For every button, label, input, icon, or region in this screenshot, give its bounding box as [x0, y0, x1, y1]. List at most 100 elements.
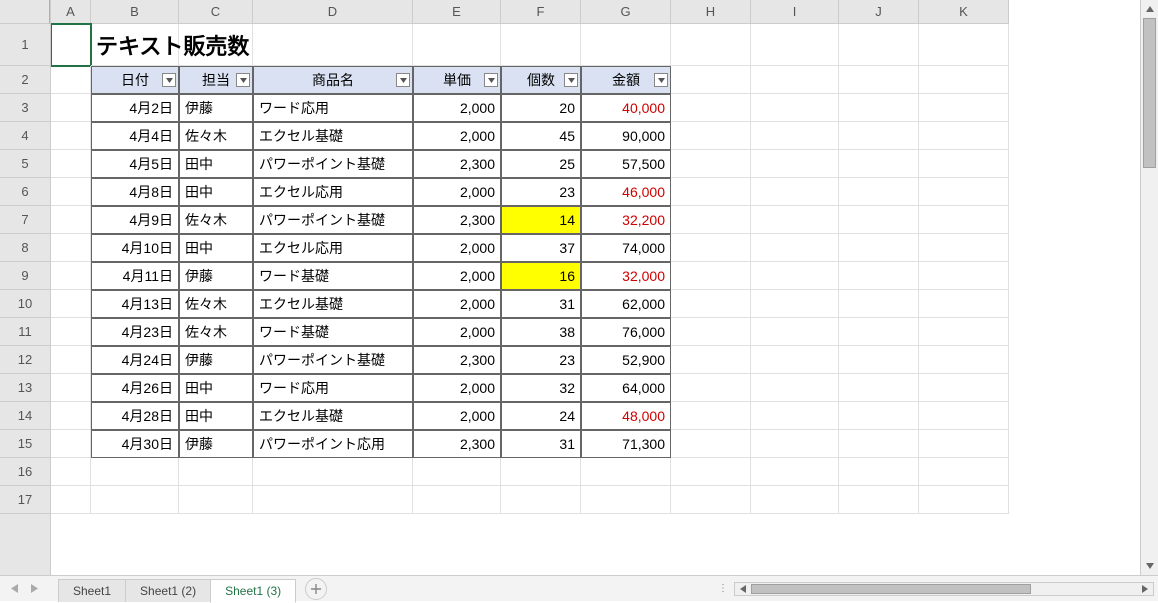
vertical-scroll-thumb[interactable] — [1143, 18, 1156, 168]
cell-C14[interactable]: 田中 — [179, 402, 253, 430]
column-header-B[interactable]: B — [91, 0, 179, 24]
cell-I3[interactable] — [751, 94, 839, 122]
cell-H5[interactable] — [671, 150, 751, 178]
cell-B15[interactable]: 4月30日 — [91, 430, 179, 458]
cell-C10[interactable]: 佐々木 — [179, 290, 253, 318]
cell-A6[interactable] — [51, 178, 91, 206]
cell-E7[interactable]: 2,300 — [413, 206, 501, 234]
row-header-11[interactable]: 11 — [0, 318, 50, 346]
cell-C3[interactable]: 伊藤 — [179, 94, 253, 122]
row-header-12[interactable]: 12 — [0, 346, 50, 374]
cell-D13[interactable]: ワード応用 — [253, 374, 413, 402]
cell-I16[interactable] — [751, 458, 839, 486]
cell-C7[interactable]: 佐々木 — [179, 206, 253, 234]
cell-J6[interactable] — [839, 178, 919, 206]
cell-K6[interactable] — [919, 178, 1009, 206]
cell-F9[interactable]: 16 — [501, 262, 581, 290]
row-header-16[interactable]: 16 — [0, 458, 50, 486]
cell-F8[interactable]: 37 — [501, 234, 581, 262]
cell-F12[interactable]: 23 — [501, 346, 581, 374]
cell-J16[interactable] — [839, 458, 919, 486]
cell-D11[interactable]: ワード基礎 — [253, 318, 413, 346]
scroll-down-button[interactable] — [1141, 557, 1158, 575]
cell-K17[interactable] — [919, 486, 1009, 514]
column-header-J[interactable]: J — [839, 0, 919, 24]
row-header-7[interactable]: 7 — [0, 206, 50, 234]
cell-C11[interactable]: 佐々木 — [179, 318, 253, 346]
row-header-4[interactable]: 4 — [0, 122, 50, 150]
cell-G1[interactable] — [581, 24, 671, 66]
cell-I2[interactable] — [751, 66, 839, 94]
row-header-1[interactable]: 1 — [0, 24, 50, 66]
cell-B6[interactable]: 4月8日 — [91, 178, 179, 206]
cell-D10[interactable]: エクセル基礎 — [253, 290, 413, 318]
cell-E14[interactable]: 2,000 — [413, 402, 501, 430]
cell-I5[interactable] — [751, 150, 839, 178]
column-header-F[interactable]: F — [501, 0, 581, 24]
cell-I15[interactable] — [751, 430, 839, 458]
cell-B17[interactable] — [91, 486, 179, 514]
cell-D7[interactable]: パワーポイント基礎 — [253, 206, 413, 234]
cell-J7[interactable] — [839, 206, 919, 234]
cell-J14[interactable] — [839, 402, 919, 430]
cell-H3[interactable] — [671, 94, 751, 122]
horizontal-scroll-thumb[interactable] — [751, 584, 1031, 594]
cell-J1[interactable] — [839, 24, 919, 66]
column-header-E[interactable]: E — [413, 0, 501, 24]
scroll-up-button[interactable] — [1141, 0, 1158, 18]
cell-H13[interactable] — [671, 374, 751, 402]
sheet-tab[interactable]: Sheet1 (2) — [125, 579, 211, 602]
cell-B1[interactable]: テキスト販売数 — [91, 24, 179, 66]
cell-K1[interactable] — [919, 24, 1009, 66]
cell-A8[interactable] — [51, 234, 91, 262]
next-sheet-button[interactable] — [26, 581, 42, 597]
cell-E10[interactable]: 2,000 — [413, 290, 501, 318]
cell-G2[interactable]: 金額 — [581, 66, 671, 94]
cell-F4[interactable]: 45 — [501, 122, 581, 150]
cell-D16[interactable] — [253, 458, 413, 486]
cell-B3[interactable]: 4月2日 — [91, 94, 179, 122]
cell-E15[interactable]: 2,300 — [413, 430, 501, 458]
cell-A3[interactable] — [51, 94, 91, 122]
cell-B12[interactable]: 4月24日 — [91, 346, 179, 374]
row-header-5[interactable]: 5 — [0, 150, 50, 178]
cell-F17[interactable] — [501, 486, 581, 514]
horizontal-scrollbar[interactable] — [734, 582, 1154, 596]
cell-F5[interactable]: 25 — [501, 150, 581, 178]
filter-dropdown-button[interactable] — [564, 73, 578, 87]
cell-H15[interactable] — [671, 430, 751, 458]
cell-I10[interactable] — [751, 290, 839, 318]
cell-I8[interactable] — [751, 234, 839, 262]
cell-D2[interactable]: 商品名 — [253, 66, 413, 94]
cell-I7[interactable] — [751, 206, 839, 234]
column-header-I[interactable]: I — [751, 0, 839, 24]
cell-G17[interactable] — [581, 486, 671, 514]
filter-dropdown-button[interactable] — [484, 73, 498, 87]
cell-K12[interactable] — [919, 346, 1009, 374]
cell-F14[interactable]: 24 — [501, 402, 581, 430]
cell-J4[interactable] — [839, 122, 919, 150]
row-header-2[interactable]: 2 — [0, 66, 50, 94]
cell-A14[interactable] — [51, 402, 91, 430]
column-header-G[interactable]: G — [581, 0, 671, 24]
cell-E8[interactable]: 2,000 — [413, 234, 501, 262]
cell-F6[interactable]: 23 — [501, 178, 581, 206]
cell-B16[interactable] — [91, 458, 179, 486]
select-all-corner[interactable] — [0, 0, 50, 24]
cell-D4[interactable]: エクセル基礎 — [253, 122, 413, 150]
cell-C16[interactable] — [179, 458, 253, 486]
cell-H8[interactable] — [671, 234, 751, 262]
cell-I4[interactable] — [751, 122, 839, 150]
cell-I9[interactable] — [751, 262, 839, 290]
cell-I6[interactable] — [751, 178, 839, 206]
cell-F1[interactable] — [501, 24, 581, 66]
cell-K11[interactable] — [919, 318, 1009, 346]
cell-E3[interactable]: 2,000 — [413, 94, 501, 122]
cell-H10[interactable] — [671, 290, 751, 318]
add-sheet-button[interactable] — [305, 578, 327, 600]
cell-J9[interactable] — [839, 262, 919, 290]
cell-D12[interactable]: パワーポイント基礎 — [253, 346, 413, 374]
cell-D9[interactable]: ワード基礎 — [253, 262, 413, 290]
cell-A11[interactable] — [51, 318, 91, 346]
cell-I11[interactable] — [751, 318, 839, 346]
